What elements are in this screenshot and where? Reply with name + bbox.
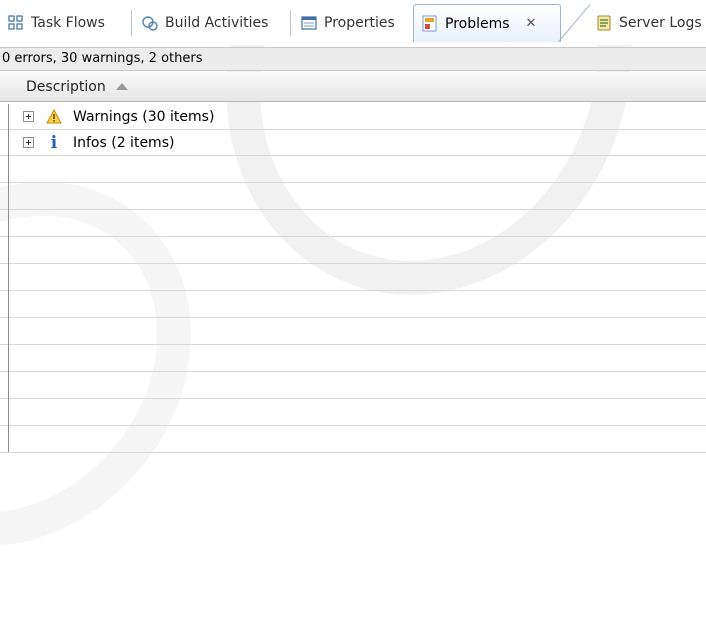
tab-label: Server Logs: [619, 15, 702, 31]
tab-server-logs[interactable]: Server Logs: [588, 6, 706, 40]
tree-row-warnings[interactable]: Warnings (30 items): [0, 104, 706, 130]
tab-task-flows[interactable]: Task Flows: [0, 6, 132, 40]
empty-row: [0, 183, 706, 210]
problems-tree: Warnings (30 items) i Infos (2 items): [0, 104, 706, 453]
view-left-border: [8, 104, 9, 452]
empty-row: [0, 372, 706, 399]
empty-row: [0, 291, 706, 318]
empty-row: [0, 318, 706, 345]
close-icon[interactable]: ✕: [526, 16, 537, 31]
tree-row-infos[interactable]: i Infos (2 items): [0, 130, 706, 156]
tab-label: Build Activities: [165, 15, 269, 31]
tab-label: Properties: [324, 15, 395, 31]
problems-icon: [421, 15, 439, 33]
tab-label: Problems: [445, 15, 510, 32]
view-tab-strip: Task Flows Build Activities Properties P…: [0, 0, 706, 45]
tab-problems[interactable]: Problems ✕: [413, 4, 590, 42]
column-label: Description: [26, 78, 106, 95]
empty-row: [0, 345, 706, 372]
expand-icon[interactable]: [23, 111, 34, 122]
column-header-bar: Description: [0, 72, 706, 102]
empty-row: [0, 264, 706, 291]
problems-summary: 0 errors, 30 warnings, 2 others: [0, 47, 706, 71]
expand-icon[interactable]: [23, 137, 34, 148]
empty-row: [0, 156, 706, 183]
tab-build-activities[interactable]: Build Activities: [134, 6, 291, 40]
properties-icon: [300, 14, 318, 32]
info-icon: i: [50, 132, 58, 153]
server-logs-icon: [595, 14, 613, 32]
task-flows-icon: [7, 14, 25, 32]
warning-icon: [46, 108, 62, 125]
sort-ascending-icon: [115, 83, 128, 90]
column-header-description[interactable]: Description: [0, 79, 128, 95]
empty-row: [0, 210, 706, 237]
tab-label: Task Flows: [31, 15, 105, 31]
empty-row: [0, 237, 706, 264]
empty-row: [0, 426, 706, 453]
empty-row: [0, 399, 706, 426]
tree-row-label: Infos (2 items): [73, 134, 175, 151]
tab-properties[interactable]: Properties: [293, 6, 412, 40]
tree-row-label: Warnings (30 items): [73, 108, 215, 125]
build-activities-icon: [141, 14, 159, 32]
